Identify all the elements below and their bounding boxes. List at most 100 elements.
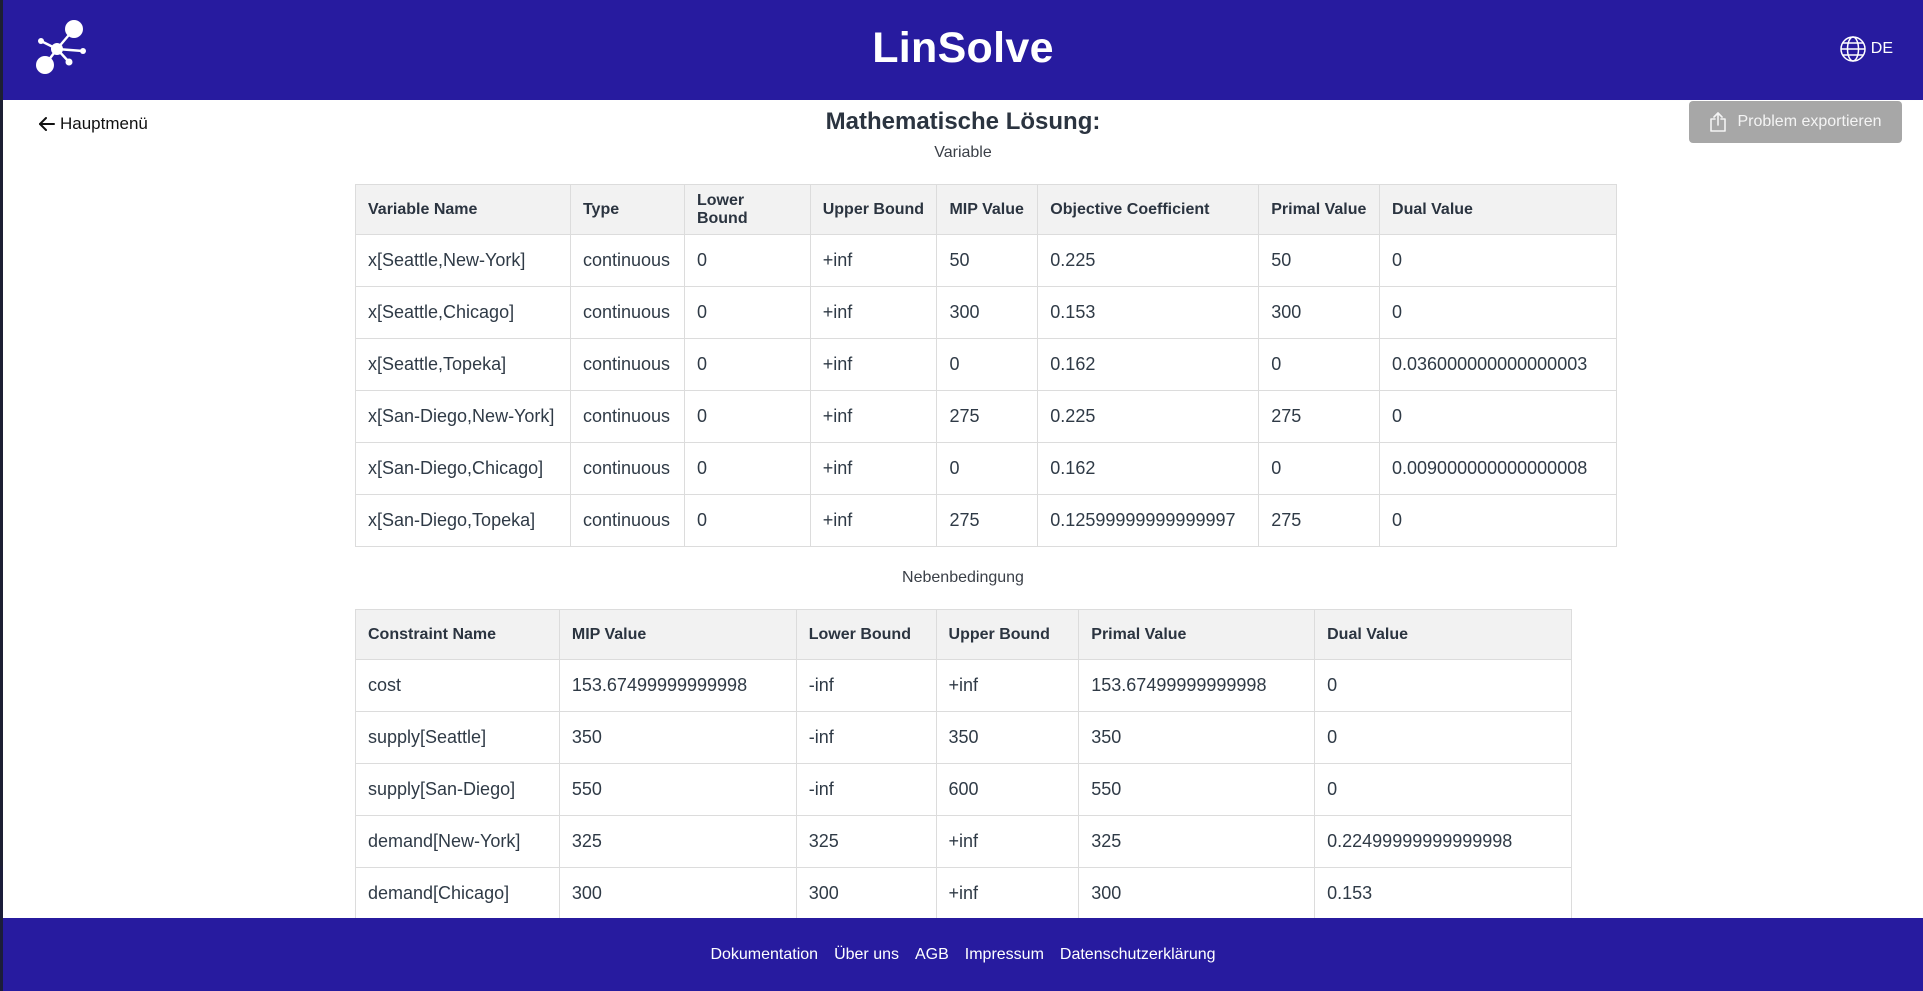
table-cell: continuous [569, 390, 685, 443]
table-cell: supply[Seattle] [355, 711, 560, 764]
table-cell: cost [355, 659, 560, 712]
table-cell: 0 [683, 390, 811, 443]
table-cell: +inf [935, 659, 1080, 712]
table-cell: x[Seattle,Topeka] [355, 338, 571, 391]
table-cell: 0 [1379, 390, 1617, 443]
column-header: Constraint Name [355, 609, 560, 660]
table-cell: 0.009000000000000008 [1379, 442, 1617, 495]
column-header: Upper Bound [935, 609, 1080, 660]
footer-link[interactable]: Datenschutzerklärung [1060, 946, 1216, 964]
table-row: demand[Chicago] 300 300 +inf 300 0.153 [355, 867, 1572, 920]
table-cell: demand[New-York] [355, 815, 560, 868]
page: LinSolve DE Hauptmenü Problem exportiere… [3, 0, 1923, 991]
footer-link[interactable]: Impressum [965, 946, 1044, 964]
footer: Dokumentation Über uns AGB Impressum Datensc… [3, 918, 1923, 991]
table-row: supply[Seattle] 350 -inf 350 350 0 [355, 711, 1572, 764]
table-cell: 0.162 [1037, 338, 1260, 391]
table-cell: 0.225 [1037, 234, 1260, 287]
table-cell: x[Seattle,New-York] [355, 234, 571, 287]
globe-icon [1840, 36, 1866, 62]
table-cell: 0 [1314, 711, 1572, 764]
table-cell: 50 [1258, 234, 1381, 287]
table-cell: continuous [569, 234, 685, 287]
footer-link[interactable]: AGB [915, 946, 949, 964]
table-cell: 300 [1258, 286, 1381, 339]
table-cell: 0 [1379, 286, 1617, 339]
table-cell: 300 [558, 867, 797, 920]
table-cell: 0.153 [1037, 286, 1260, 339]
table-cell: 0 [1379, 234, 1617, 287]
table-cell: +inf [809, 286, 938, 339]
table-cell: 153.67499999999998 [558, 659, 797, 712]
table-cell: 0 [1314, 763, 1572, 816]
footer-link[interactable]: Dokumentation [710, 946, 818, 964]
table-cell: 0 [936, 338, 1039, 391]
column-header: Variable Name [355, 184, 571, 235]
table-row: x[San-Diego,Topeka] continuous 0 +inf 275 0.1… [355, 494, 1617, 547]
language-label: DE [1870, 40, 1893, 57]
table-cell: x[San-Diego,New-York] [355, 390, 571, 443]
column-header: Objective Coefficient [1037, 184, 1260, 235]
table-cell: 550 [1078, 763, 1316, 816]
column-header: Type [569, 184, 685, 235]
table-cell: 550 [558, 763, 797, 816]
language-switcher[interactable]: DE [1839, 35, 1893, 63]
table-cell: 300 [795, 867, 937, 920]
table-cell: 350 [935, 711, 1080, 764]
constraint-caption: Nebenbedingung [902, 569, 1024, 586]
table-cell: -inf [795, 711, 937, 764]
table-cell: x[San-Diego,Chicago] [355, 442, 571, 495]
table-cell: 0 [1379, 494, 1617, 547]
column-header: Primal Value [1258, 184, 1381, 235]
table-cell: +inf [809, 390, 938, 443]
table-cell: 0 [683, 494, 811, 547]
table-row: cost 153.67499999999998 -inf +inf 153.674999… [355, 659, 1572, 712]
table-cell: 0 [936, 442, 1039, 495]
table-cell: 50 [936, 234, 1039, 287]
app-header: LinSolve DE [3, 0, 1923, 100]
footer-link[interactable]: Über uns [834, 946, 899, 964]
column-header: MIP Value [558, 609, 797, 660]
table-row: x[San-Diego,New-York] continuous 0 +inf 275 0… [355, 390, 1617, 443]
table-cell: 0.153 [1314, 867, 1572, 920]
table-row: x[Seattle,New-York] continuous 0 +inf 50 0.22… [355, 234, 1617, 287]
column-header: Dual Value [1379, 184, 1617, 235]
table-cell: 0.162 [1037, 442, 1260, 495]
table-cell: 153.67499999999998 [1078, 659, 1316, 712]
table-cell: 275 [1258, 390, 1381, 443]
table-cell: 0 [683, 442, 811, 495]
column-header: Lower Bound [795, 609, 937, 660]
table-cell: continuous [569, 338, 685, 391]
column-header: Upper Bound [809, 184, 938, 235]
variable-table: Variable Name Type Lower Bound Upper Bound M… [355, 184, 1617, 547]
table-cell: 0.036000000000000003 [1379, 338, 1617, 391]
table-cell: continuous [569, 494, 685, 547]
table-row: demand[New-York] 325 325 +inf 325 0.224999999… [355, 815, 1572, 868]
table-row: x[Seattle,Chicago] continuous 0 +inf 300 0.15… [355, 286, 1617, 339]
table-cell: 0 [1258, 442, 1381, 495]
table-cell: +inf [935, 867, 1080, 920]
table-row: x[Seattle,Topeka] continuous 0 +inf 0 0.162 0 0… [355, 338, 1617, 391]
table-cell: +inf [809, 338, 938, 391]
solution-heading: Mathematische Lösung: [825, 108, 1101, 135]
table-cell: 325 [558, 815, 797, 868]
table-cell: 300 [1078, 867, 1316, 920]
table-cell: 275 [936, 494, 1039, 547]
table-cell: 325 [1078, 815, 1316, 868]
table-cell: 325 [795, 815, 937, 868]
table-cell: 0.225 [1037, 390, 1260, 443]
table-cell: 0 [1314, 659, 1572, 712]
table-cell: -inf [795, 659, 937, 712]
column-header: Primal Value [1078, 609, 1316, 660]
table-cell: 0 [683, 286, 811, 339]
table-cell: supply[San-Diego] [355, 763, 560, 816]
variable-caption: Variable [934, 144, 992, 161]
table-cell: +inf [935, 815, 1080, 868]
table-cell: +inf [809, 234, 938, 287]
table-cell: +inf [809, 442, 938, 495]
table-cell: 0.12599999999999997 [1037, 494, 1260, 547]
table-cell: 0 [683, 234, 811, 287]
table-cell: 0.22499999999999998 [1314, 815, 1572, 868]
table-cell: 350 [1078, 711, 1316, 764]
table-cell: continuous [569, 442, 685, 495]
